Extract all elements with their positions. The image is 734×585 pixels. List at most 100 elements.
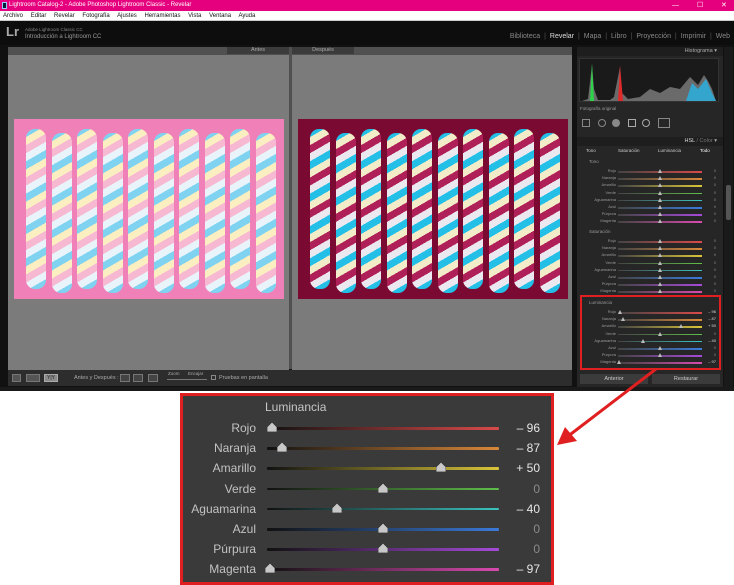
slider-value[interactable]: 0 — [704, 182, 716, 187]
module-imprimir[interactable]: Imprimir — [681, 33, 706, 40]
slider-knob[interactable] — [658, 197, 662, 202]
slider-value[interactable]: 0 — [704, 281, 716, 286]
slider-knob[interactable] — [658, 275, 662, 279]
maximize-button[interactable]: ☐ — [697, 0, 703, 11]
menu-ventana[interactable]: Ventana — [209, 13, 231, 19]
menu-archivo[interactable]: Archivo — [3, 13, 23, 19]
identity-line-2[interactable]: Introducción a Lightroom CC — [25, 34, 101, 40]
compare-view-icon[interactable] — [26, 374, 40, 382]
menu-editar[interactable]: Editar — [31, 13, 47, 19]
module-libro[interactable]: Libro — [611, 33, 627, 40]
zoom-slider-knob[interactable] — [265, 563, 276, 574]
slider-value[interactable]: 0 — [704, 211, 716, 216]
slider-knob[interactable] — [658, 205, 662, 209]
red-eye-icon[interactable] — [612, 119, 620, 127]
saturacion-slider-naranja[interactable]: Naranja 0 — [580, 245, 720, 252]
module-proyeccion[interactable]: Proyección — [636, 33, 671, 40]
minimize-button[interactable]: — — [672, 0, 679, 11]
slider-knob[interactable] — [658, 212, 662, 217]
color-title[interactable]: / Color — [697, 138, 713, 144]
module-biblioteca[interactable]: Biblioteca — [510, 33, 540, 40]
slider-value[interactable]: 0 — [704, 204, 716, 209]
slider-knob[interactable] — [658, 183, 662, 188]
slider-knob[interactable] — [658, 267, 662, 272]
tono-slider-azul[interactable]: Azul 0 — [580, 204, 720, 211]
graduated-filter-icon[interactable] — [628, 119, 636, 127]
saturacion-slider-aguamarina[interactable]: Aguamarina 0 — [580, 267, 720, 274]
zoom-slider-value[interactable]: 0 — [533, 482, 540, 496]
tab-luminancia[interactable]: Luminancia — [658, 148, 681, 153]
slider-value[interactable]: 0 — [704, 274, 716, 279]
zoom-slider-knob[interactable] — [331, 502, 342, 513]
tono-slider-aguamarina[interactable]: Aguamarina 0 — [580, 197, 720, 204]
tono-slider-amarillo[interactable]: Amarillo 0 — [580, 182, 720, 189]
tab-todo[interactable]: Todo — [700, 148, 710, 153]
zoom-slider-value[interactable]: – 96 — [517, 421, 540, 435]
slider-value[interactable]: 0 — [704, 218, 716, 223]
saturacion-slider-púrpura[interactable]: Púrpura 0 — [580, 281, 720, 288]
zoom-slider-knob[interactable] — [378, 543, 388, 554]
brush-icon[interactable] — [658, 118, 670, 128]
zoom-slider-track[interactable] — [267, 427, 499, 430]
slider-knob[interactable] — [658, 253, 662, 258]
zoom-slider-value[interactable]: 0 — [533, 542, 540, 556]
zoom-slider-knob[interactable] — [378, 482, 388, 493]
slider-knob[interactable] — [658, 260, 662, 265]
zoom-slider-value[interactable]: 0 — [533, 522, 540, 536]
slider-value[interactable]: 0 — [704, 267, 716, 272]
scrollbar-thumb[interactable] — [726, 185, 731, 220]
menu-fotografia[interactable]: Fotografía — [82, 13, 109, 19]
copy-settings-icon[interactable] — [133, 374, 143, 382]
saturacion-slider-azul[interactable]: Azul 0 — [580, 274, 720, 281]
zoom-slider-knob[interactable] — [277, 442, 288, 453]
zoom-slider-knob[interactable] — [378, 523, 388, 533]
slider-value[interactable]: 0 — [704, 245, 716, 250]
spot-removal-icon[interactable] — [598, 119, 606, 127]
slider-knob[interactable] — [658, 246, 662, 251]
saturacion-slider-amarillo[interactable]: Amarillo 0 — [580, 252, 720, 259]
slider-value[interactable]: 0 — [704, 288, 716, 293]
slider-value[interactable]: 0 — [704, 190, 716, 195]
module-web[interactable]: Web — [716, 33, 730, 40]
menu-ajustes[interactable]: Ajustes — [117, 13, 137, 19]
saturacion-slider-rojo[interactable]: Rojo 0 — [580, 238, 720, 245]
zoom-slider-value[interactable]: – 97 — [517, 562, 540, 576]
zoom-slider-naranja[interactable]: Naranja – 87 — [180, 438, 554, 458]
tono-slider-púrpura[interactable]: Púrpura 0 — [580, 211, 720, 218]
close-button[interactable]: ✕ — [721, 0, 727, 11]
slider-value[interactable]: 0 — [704, 260, 716, 265]
slider-knob[interactable] — [658, 190, 662, 195]
zoom-slider-value[interactable]: – 87 — [517, 441, 540, 455]
tono-slider-naranja[interactable]: Naranja 0 — [580, 175, 720, 182]
menu-vista[interactable]: Vista — [188, 13, 201, 19]
tono-slider-magenta[interactable]: Magenta 0 — [580, 218, 720, 225]
before-after-view-icon[interactable]: Y|Y — [44, 374, 58, 382]
menu-herramientas[interactable]: Herramientas — [144, 13, 180, 19]
hsl-title[interactable]: HSL — [684, 138, 695, 144]
slider-knob[interactable] — [658, 176, 662, 181]
zoom-slider-rojo[interactable]: Rojo – 96 — [180, 418, 554, 438]
zoom-slider-track[interactable] — [267, 447, 499, 450]
zoom-slider[interactable] — [167, 379, 207, 380]
zoom-slider-knob[interactable] — [266, 422, 277, 432]
tab-saturacion[interactable]: Saturación — [618, 148, 640, 153]
zoom-slider-amarillo[interactable]: Amarillo + 50 — [180, 458, 554, 478]
menu-revelar[interactable]: Revelar — [54, 13, 75, 19]
slider-knob[interactable] — [658, 289, 662, 294]
slider-value[interactable]: 0 — [704, 238, 716, 243]
zoom-slider-verde[interactable]: Verde 0 — [180, 479, 554, 499]
zoom-slider-púrpura[interactable]: Púrpura 0 — [180, 539, 554, 559]
slider-knob[interactable] — [658, 219, 662, 224]
saturacion-slider-verde[interactable]: Verde 0 — [580, 260, 720, 267]
slider-knob[interactable] — [658, 169, 662, 173]
zoom-slider-magenta[interactable]: Magenta – 97 — [180, 559, 554, 579]
swap-settings-icon[interactable] — [120, 374, 130, 382]
zoom-slider-value[interactable]: + 50 — [516, 461, 540, 475]
radial-filter-icon[interactable] — [642, 119, 650, 127]
tono-slider-verde[interactable]: Verde 0 — [580, 190, 720, 197]
crop-icon[interactable] — [582, 119, 590, 127]
zoom-slider-azul[interactable]: Azul 0 — [180, 519, 554, 539]
loupe-view-icon[interactable] — [12, 374, 21, 382]
module-revelar[interactable]: Revelar — [550, 33, 574, 40]
zoom-slider-aguamarina[interactable]: Aguamarina – 40 — [180, 499, 554, 519]
